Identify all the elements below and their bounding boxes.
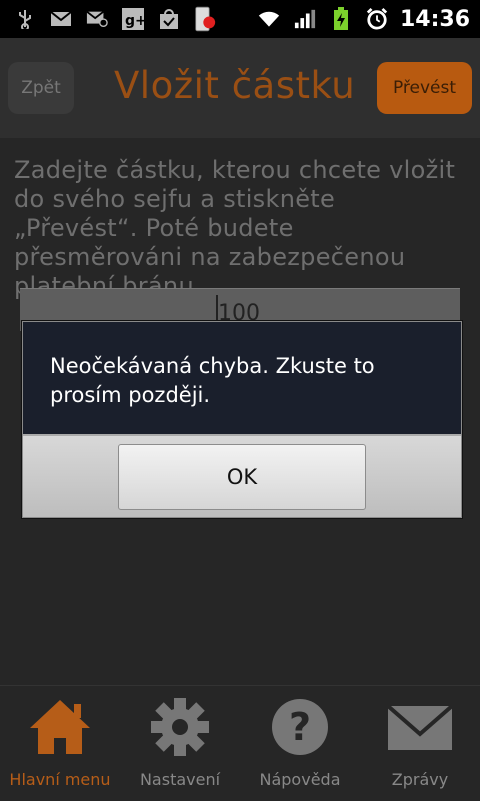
nav-item-help[interactable]: ? Nápověda bbox=[240, 686, 360, 801]
envelope-icon bbox=[386, 704, 454, 750]
status-bar: g+ 14:36 bbox=[0, 0, 480, 38]
dialog-message-area: Neočekávaná chyba. Zkuste to prosím pozd… bbox=[23, 322, 461, 436]
error-dialog: Neočekávaná chyba. Zkuste to prosím pozd… bbox=[22, 321, 462, 518]
phone-icon bbox=[194, 6, 216, 32]
help-icon: ? bbox=[272, 699, 328, 755]
nav-label: Zprávy bbox=[391, 770, 449, 789]
clock: 14:36 bbox=[399, 6, 470, 32]
nav-label: Nastavení bbox=[139, 770, 221, 789]
nav-item-settings[interactable]: Nastavení bbox=[120, 686, 240, 801]
dialog-button-bar: OK bbox=[23, 436, 461, 517]
nav-label: Nápověda bbox=[259, 770, 341, 789]
instructions-text: Zadejte částku, kterou chcete vložit do … bbox=[14, 156, 456, 300]
nav-item-messages[interactable]: Zprávy bbox=[360, 686, 480, 801]
shopping-bag-icon bbox=[158, 9, 180, 29]
bottom-nav: Hlavní menu Nastavení ? Nápověda Zprávy bbox=[0, 685, 480, 801]
google-plus-icon: g+ bbox=[122, 8, 144, 30]
gmail-icon bbox=[50, 9, 72, 29]
home-icon bbox=[30, 700, 90, 754]
back-button[interactable]: Zpět bbox=[8, 62, 74, 114]
nav-item-main-menu[interactable]: Hlavní menu bbox=[0, 686, 120, 801]
dialog-message: Neočekávaná chyba. Zkuste to prosím pozd… bbox=[50, 354, 375, 407]
convert-button[interactable]: Převést bbox=[377, 62, 472, 114]
battery-icon bbox=[330, 7, 352, 30]
alarm-icon bbox=[366, 7, 388, 30]
svg-text:?: ? bbox=[289, 705, 311, 749]
svg-text:g+: g+ bbox=[125, 13, 144, 29]
signal-icon bbox=[294, 9, 316, 29]
wifi-icon bbox=[258, 9, 280, 29]
usb-icon bbox=[14, 9, 36, 29]
page-title: Vložit částku bbox=[114, 64, 356, 107]
ok-button[interactable]: OK bbox=[118, 444, 366, 510]
email-icon bbox=[86, 9, 108, 29]
gear-icon bbox=[151, 698, 209, 756]
header: Zpět Vložit částku Převést bbox=[0, 38, 480, 138]
nav-label: Hlavní menu bbox=[9, 770, 111, 789]
